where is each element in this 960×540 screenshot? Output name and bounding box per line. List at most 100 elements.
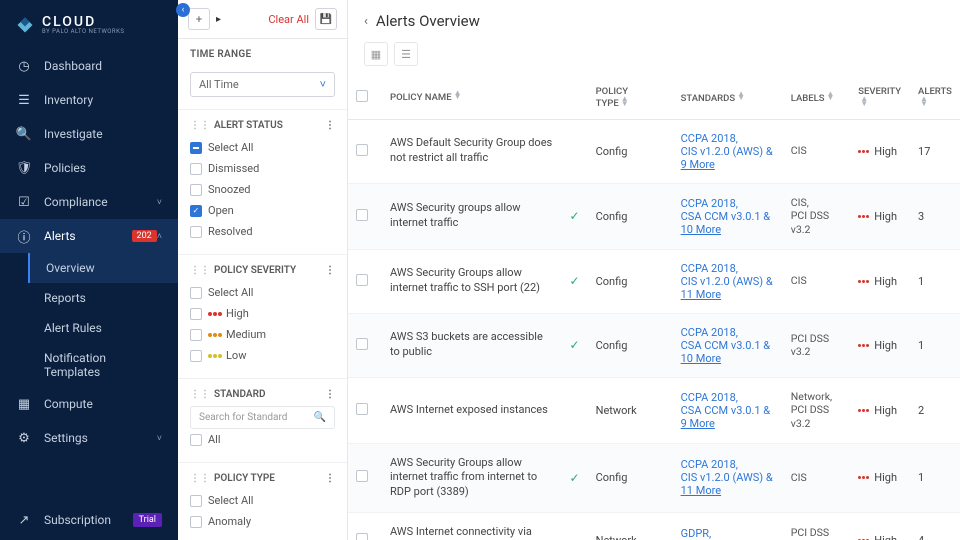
severity-dots-icon: [858, 409, 869, 412]
nav-item-compute[interactable]: ▦Compute: [0, 387, 178, 421]
card-view-button[interactable]: ▦: [364, 42, 388, 66]
sidebar: CLOUD BY PALO ALTO NETWORKS ◷Dashboard☰I…: [0, 0, 178, 540]
alert-count: 3: [910, 183, 960, 249]
row-checkbox[interactable]: [356, 209, 368, 221]
column-header[interactable]: POLICY TYPE▲▼: [588, 76, 655, 119]
checkbox-icon: [190, 163, 202, 175]
severity-cell: High: [858, 145, 902, 158]
nav-item-settings[interactable]: ⚙Settings˅: [0, 421, 178, 455]
nav-item-compliance[interactable]: ☑Compliance˅: [0, 185, 178, 219]
severity-dots-icon: [208, 354, 222, 358]
search-icon: 🔍: [314, 412, 326, 423]
drag-icon[interactable]: ⋮⋮: [190, 120, 210, 131]
nav-item-inventory[interactable]: ☰Inventory: [0, 83, 178, 117]
nav-sub-overview[interactable]: Overview: [28, 253, 178, 283]
table-row[interactable]: AWS Default Security Group does not rest…: [348, 119, 960, 183]
nav-sub-notification-templates[interactable]: Notification Templates: [28, 343, 178, 387]
column-header[interactable]: SEVERITY▲▼: [850, 76, 910, 119]
shield-icon: 🛡: [16, 160, 32, 176]
column-header[interactable]: ALERTS▲▼: [910, 76, 960, 119]
column-header[interactable]: STANDARDS▲▼: [673, 76, 783, 119]
row-checkbox[interactable]: [356, 403, 368, 415]
standards-cell[interactable]: CCPA 2018,CSA CCM v3.0.1 & 10 More: [673, 183, 783, 249]
column-header[interactable]: LABELS▲▼: [783, 76, 850, 119]
clear-all-button[interactable]: Clear All: [268, 13, 309, 26]
filter-menu-icon[interactable]: ⋮: [325, 120, 335, 131]
table-row[interactable]: AWS Security Groups allow internet traff…: [348, 249, 960, 313]
standard-title: STANDARD: [214, 389, 265, 400]
row-checkbox[interactable]: [356, 338, 368, 350]
nav-item-alerts[interactable]: ⓘAlerts202˄: [0, 219, 178, 253]
save-filter-button[interactable]: 💾: [315, 8, 337, 30]
severity-option-medium[interactable]: Medium: [190, 324, 335, 345]
severity-option-high[interactable]: High: [190, 303, 335, 324]
standards-cell[interactable]: CCPA 2018,CIS v1.2.0 (AWS) & 11 More: [673, 249, 783, 313]
type-option-anomaly[interactable]: Anomaly: [190, 511, 335, 532]
row-checkbox[interactable]: [356, 533, 368, 540]
policy-type: Network: [588, 377, 655, 443]
column-header[interactable]: POLICY NAME▲▼: [382, 76, 562, 119]
nav-sub-alert-rules[interactable]: Alert Rules: [28, 313, 178, 343]
list-view-button[interactable]: ☰: [394, 42, 418, 66]
standards-cell[interactable]: CCPA 2018,CSA CCM v3.0.1 & 10 More: [673, 313, 783, 377]
checkbox-icon: [190, 205, 202, 217]
standard-option-all[interactable]: All: [190, 429, 335, 450]
check-icon: ☑: [16, 194, 32, 210]
filter-menu-icon[interactable]: ⋮: [325, 473, 335, 484]
sort-icon[interactable]: ▲▼: [737, 92, 745, 102]
back-button[interactable]: ‹: [364, 14, 368, 29]
table-row[interactable]: AWS Internet connectivity via TCP over i…: [348, 513, 960, 540]
sort-icon[interactable]: ▲▼: [454, 91, 462, 101]
nav-item-investigate[interactable]: 🔍Investigate: [0, 117, 178, 151]
status-option-open[interactable]: Open: [190, 200, 335, 221]
policy-name: AWS Internet exposed instances: [382, 377, 562, 443]
standards-cell[interactable]: CCPA 2018,CSA CCM v3.0.1 & 9 More: [673, 377, 783, 443]
sort-icon[interactable]: ▲▼: [920, 97, 928, 107]
standards-cell[interactable]: GDPR,HIPAA & 4 More: [673, 513, 783, 540]
row-checkbox[interactable]: [356, 144, 368, 156]
add-filter-button[interactable]: +: [188, 8, 210, 30]
standards-cell[interactable]: CCPA 2018,CIS v1.2.0 (AWS) & 11 More: [673, 443, 783, 513]
nav-item-policies[interactable]: 🛡Policies: [0, 151, 178, 185]
subscription-label: Subscription: [44, 513, 111, 527]
table-row[interactable]: AWS Internet exposed instances Network C…: [348, 377, 960, 443]
subscription-link[interactable]: ↗ Subscription Trial: [0, 500, 178, 540]
pass-icon: ✓: [570, 471, 580, 485]
severity-option-low[interactable]: Low: [190, 345, 335, 366]
filter-menu-icon[interactable]: ⋮: [325, 265, 335, 276]
sort-icon[interactable]: ▲▼: [827, 92, 835, 102]
table-row[interactable]: AWS Security Groups allow internet traff…: [348, 443, 960, 513]
severity-cell: High: [858, 275, 902, 288]
policy-type: Config: [588, 443, 655, 513]
select-all-option[interactable]: Select All: [190, 137, 335, 158]
time-range-select[interactable]: All Time˅: [190, 72, 335, 97]
table-row[interactable]: AWS Security groups allow internet traff…: [348, 183, 960, 249]
nav-sub-reports[interactable]: Reports: [28, 283, 178, 313]
drag-icon[interactable]: ⋮⋮: [190, 265, 210, 276]
policy-type: Config: [588, 119, 655, 183]
nav-label: Dashboard: [44, 59, 162, 73]
list-icon: ☰: [16, 92, 32, 108]
select-all-option[interactable]: Select All: [190, 282, 335, 303]
drag-icon[interactable]: ⋮⋮: [190, 473, 210, 484]
status-option-snoozed[interactable]: Snoozed: [190, 179, 335, 200]
sort-icon[interactable]: ▲▼: [621, 97, 629, 107]
row-checkbox[interactable]: [356, 274, 368, 286]
drag-icon[interactable]: ⋮⋮: [190, 389, 210, 400]
select-all-option[interactable]: Select All: [190, 490, 335, 511]
row-checkbox[interactable]: [356, 470, 368, 482]
alert-count: 1: [910, 249, 960, 313]
page-title: Alerts Overview: [376, 12, 480, 30]
standards-cell[interactable]: CCPA 2018,CIS v1.2.0 (AWS) & 9 More: [673, 119, 783, 183]
table-row[interactable]: AWS S3 buckets are accessible to public …: [348, 313, 960, 377]
collapse-sidebar-icon[interactable]: ‹: [176, 3, 190, 17]
filter-menu-icon[interactable]: ⋮: [325, 389, 335, 400]
alert-icon: ⓘ: [16, 228, 32, 244]
nav-item-dashboard[interactable]: ◷Dashboard: [0, 49, 178, 83]
sort-icon[interactable]: ▲▼: [860, 97, 868, 107]
standard-search-input[interactable]: Search for Standard🔍: [190, 406, 335, 429]
policy-type: Config: [588, 313, 655, 377]
status-option-dismissed[interactable]: Dismissed: [190, 158, 335, 179]
status-option-resolved[interactable]: Resolved: [190, 221, 335, 242]
select-all-checkbox[interactable]: [356, 90, 368, 102]
